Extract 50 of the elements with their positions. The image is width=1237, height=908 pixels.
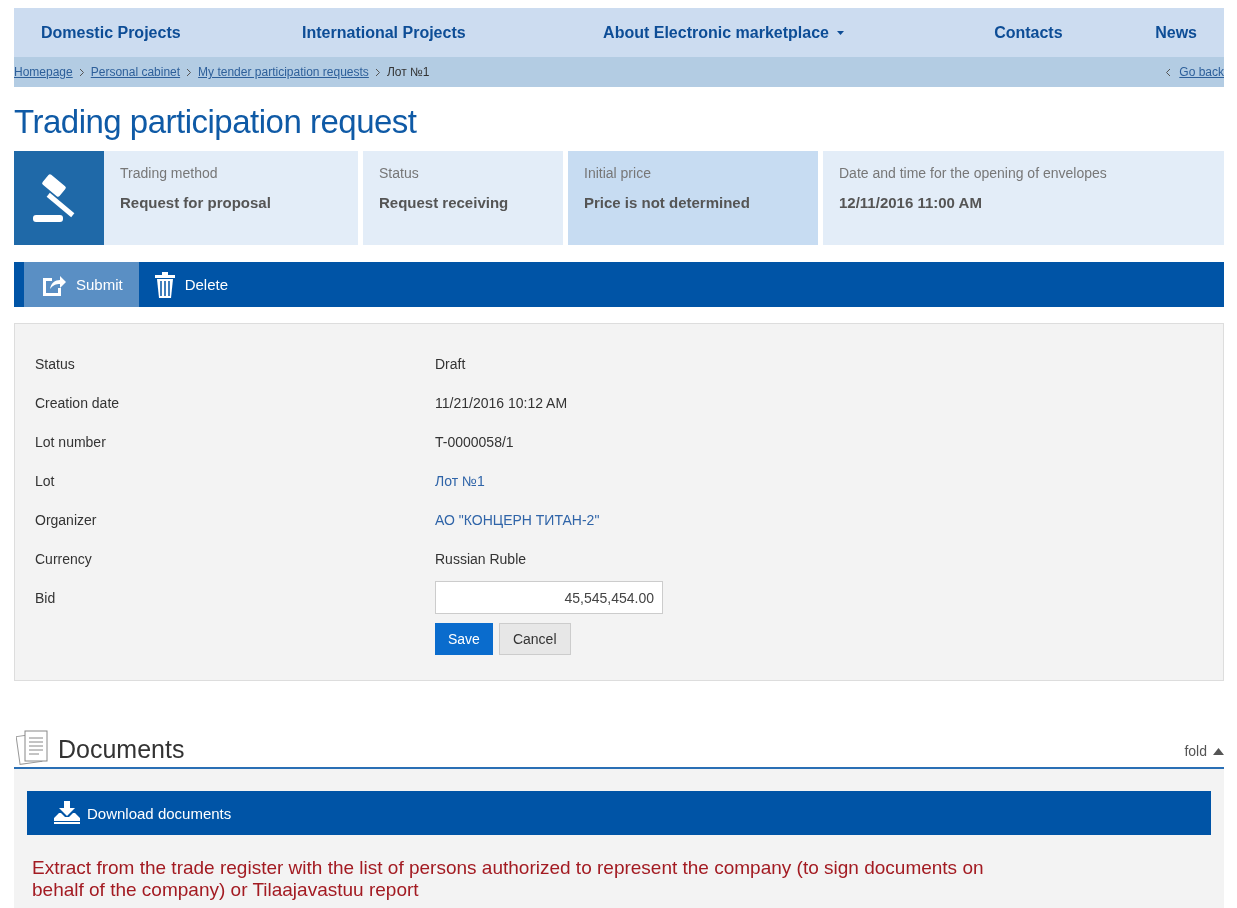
field-label: Bid <box>35 589 57 606</box>
field-value: Russian Ruble <box>435 550 527 567</box>
field-label: Currency <box>35 550 93 567</box>
download-icon <box>53 801 81 825</box>
nav-item[interactable]: Domestic Projects <box>41 23 291 42</box>
cancel-button[interactable]: Cancel <box>498 623 571 655</box>
card-label: Trading method <box>120 165 219 181</box>
field-label: Lot number <box>35 433 107 450</box>
caret-icon <box>836 30 844 35</box>
nav-item[interactable]: About Electronic marketplace <box>603 23 984 42</box>
documents-icon <box>16 729 50 767</box>
card-label: Initial price <box>584 165 652 181</box>
field-label: Lot <box>35 472 56 489</box>
field-label: Status <box>35 355 76 372</box>
card-value: 12/11/2016 11:00 AM <box>839 194 983 211</box>
field-label: Organizer <box>35 511 98 528</box>
back-chevron-icon <box>1165 67 1172 77</box>
page-title: Trading participation request <box>14 103 418 141</box>
section-title: Documents <box>58 735 185 765</box>
download-button[interactable]: Download documents <box>27 791 1211 835</box>
trash-icon <box>154 271 175 298</box>
bid-field[interactable]: 45,545,454.00 <box>435 581 663 614</box>
card-value: Request receiving <box>379 194 510 211</box>
chevron-icon <box>186 67 193 77</box>
card-label: Status <box>379 165 420 181</box>
nav-item[interactable]: International Projects <box>302 23 593 42</box>
field-link[interactable]: АО "КОНЦЕРН ТИТАН-2" <box>435 511 600 528</box>
field-link[interactable]: Лот №1 <box>435 472 485 489</box>
fold-toggle[interactable]: fold <box>1184 743 1224 767</box>
breadcrumb-link[interactable]: Homepage <box>14 65 73 79</box>
back-link[interactable]: Go back <box>1179 65 1224 79</box>
card-value: Request for proposal <box>120 194 272 211</box>
breadcrumb-current: Лот №1 <box>386 65 430 79</box>
save-button[interactable]: Save <box>435 623 493 655</box>
field-label: Creation date <box>35 394 121 411</box>
document-requirement: Extract from the trade register with the list of persons authorized to represent the company (to sign documents on behalf of the company) or Tilaajavastuu report <box>32 857 985 901</box>
nav-item[interactable]: Contacts <box>994 23 1145 42</box>
triangle-icon <box>1213 747 1224 755</box>
chevron-icon <box>78 67 85 77</box>
toolbar-button[interactable]: Delete <box>138 262 245 307</box>
card-label: Date and time for the opening of envelopes <box>839 165 1108 181</box>
nav-item[interactable]: News <box>1155 23 1197 42</box>
field-value: T-0000058/1 <box>435 433 514 450</box>
field-value: Draft <box>435 355 466 372</box>
breadcrumb-link[interactable]: Personal cabinet <box>90 65 181 79</box>
breadcrumb-link[interactable]: My tender participation requests <box>198 65 369 79</box>
chevron-icon <box>374 67 381 77</box>
field-value: 11/21/2016 10:12 AM <box>435 394 568 411</box>
card-value: Price is not determined <box>584 194 751 211</box>
toolbar-button[interactable]: Submit <box>24 262 139 307</box>
